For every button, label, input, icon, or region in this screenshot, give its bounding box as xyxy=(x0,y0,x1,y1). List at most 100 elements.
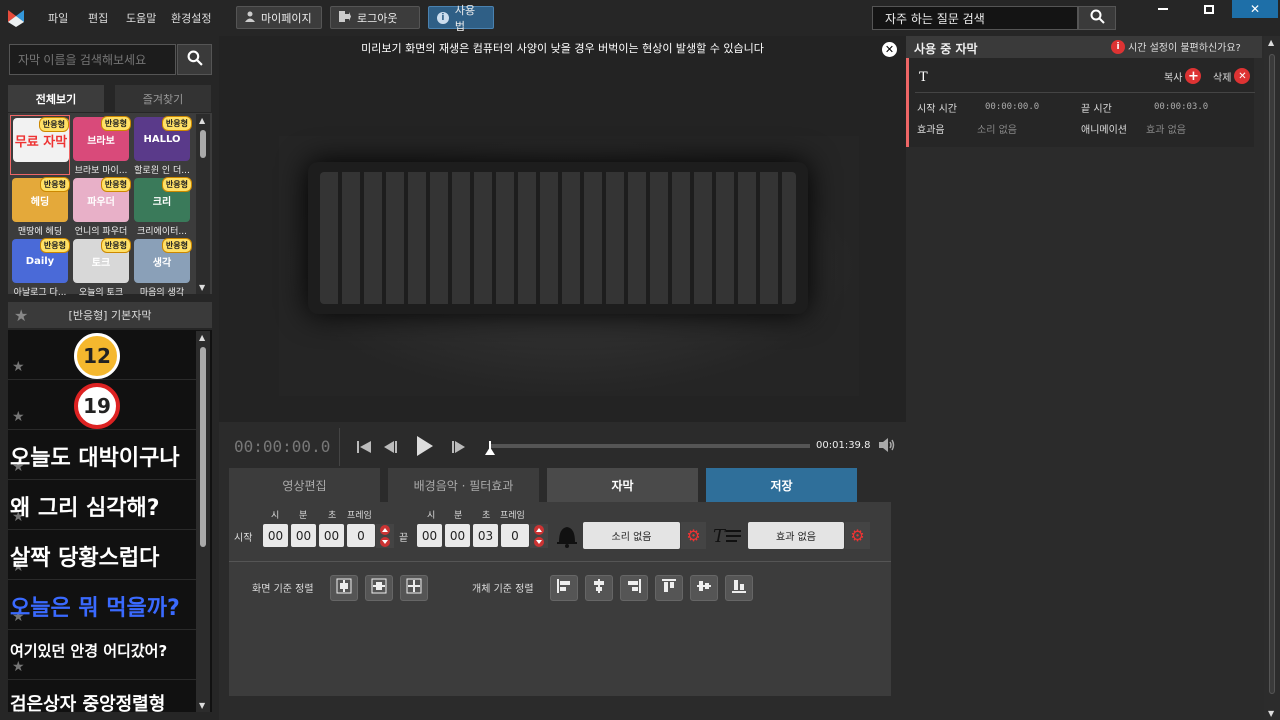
list-scrollbar[interactable]: ▲ ▼ xyxy=(196,331,210,712)
align-top-button[interactable] xyxy=(655,575,683,601)
menu-edit[interactable]: 편집 xyxy=(88,10,108,26)
copy-button[interactable]: 복사 + xyxy=(1164,68,1202,84)
template-thumb[interactable]: 무료 자막 반응형 xyxy=(10,115,70,175)
scroll-down-icon[interactable]: ▼ xyxy=(199,701,205,710)
star-icon[interactable]: ★ xyxy=(12,659,25,675)
active-subtitle-card[interactable]: T 복사 + 삭제 ✕ 시작 시간 00:00:00.0 끝 시간 00:00:… xyxy=(906,58,1255,147)
template-thumb[interactable]: 생각 반응형 마음의 생각 xyxy=(132,237,192,298)
star-icon[interactable]: ★ xyxy=(12,359,25,375)
maximize-icon xyxy=(1204,4,1214,14)
end-min-field[interactable]: 00 xyxy=(445,524,470,547)
responsive-badge: 반응형 xyxy=(100,177,131,192)
list-item[interactable]: ★ 여기있던 안경 어디갔어? xyxy=(8,630,200,680)
volume-icon[interactable] xyxy=(878,437,896,457)
list-item-text: 오늘도 대박이구나 xyxy=(10,446,180,471)
seek-track[interactable] xyxy=(490,444,810,448)
list-scroll-thumb[interactable] xyxy=(200,347,206,547)
tab-favorites[interactable]: 즐겨찾기 xyxy=(115,85,211,112)
responsive-badge: 반응형 xyxy=(100,238,131,253)
align-left-button[interactable] xyxy=(550,575,578,601)
subtitle-search-button[interactable] xyxy=(177,44,212,75)
grid-scroll-thumb[interactable] xyxy=(200,130,206,158)
scroll-down-icon[interactable]: ▼ xyxy=(1268,709,1274,718)
list-item[interactable]: ★ 19 xyxy=(8,380,200,430)
list-item-text: 왜 그리 심각해? xyxy=(10,496,160,521)
end-sec-field[interactable]: 03 xyxy=(473,524,498,547)
faq-search-button[interactable] xyxy=(1078,6,1116,30)
effect-select[interactable]: 효과 없음 xyxy=(748,522,844,549)
list-item-text: 여기있던 안경 어디갔어? xyxy=(10,642,168,660)
end-hour-field[interactable]: 00 xyxy=(417,524,442,547)
usage-button[interactable]: i 사용법 xyxy=(428,4,494,33)
end-frame-field[interactable]: 0 xyxy=(501,524,529,547)
align-bottom-button[interactable] xyxy=(725,575,753,601)
right-scroll-thumb[interactable] xyxy=(1269,54,1275,694)
scroll-down-icon[interactable]: ▼ xyxy=(199,283,205,292)
star-icon[interactable]: ★ xyxy=(12,409,25,425)
scroll-up-icon[interactable]: ▲ xyxy=(199,333,205,342)
tab-all[interactable]: 전체보기 xyxy=(8,85,104,112)
prev-frame-icon[interactable] xyxy=(382,439,398,458)
next-frame-icon[interactable] xyxy=(451,439,467,458)
list-item[interactable]: ★ 12 xyxy=(8,330,200,380)
logout-button[interactable]: 로그아웃 xyxy=(330,6,420,29)
star-icon[interactable]: ★ xyxy=(14,306,28,325)
template-thumb-art: 무료 자막 xyxy=(14,134,68,150)
template-thumb[interactable]: 파우더 반응형 언니의 파우더 xyxy=(71,176,131,237)
animation-label: 애니메이션 xyxy=(1081,125,1127,136)
text-type-icon: T xyxy=(919,70,928,85)
menu-file[interactable]: 파일 xyxy=(48,10,68,26)
delete-button[interactable]: 삭제 ✕ xyxy=(1213,68,1251,84)
template-thumb[interactable]: 크리 반응형 크리에이터... xyxy=(132,176,192,237)
end-stepper[interactable] xyxy=(530,524,548,552)
start-stepper[interactable] xyxy=(376,524,394,552)
start-min-field[interactable]: 00 xyxy=(291,524,316,547)
align-middle-button[interactable] xyxy=(690,575,718,601)
template-thumb[interactable]: HALLO 반응형 할로윈 인 더... xyxy=(132,115,192,176)
menu-settings[interactable]: 환경설정 xyxy=(171,10,211,26)
close-window-button[interactable]: ✕ xyxy=(1232,0,1278,18)
subtitle-search-input[interactable] xyxy=(9,44,176,75)
start-sec-field[interactable]: 00 xyxy=(319,524,344,547)
start-hour-field[interactable]: 00 xyxy=(263,524,288,547)
maximize-button[interactable] xyxy=(1186,0,1232,18)
list-item[interactable]: ★ 오늘도 대박이구나 xyxy=(8,430,200,480)
right-scrollbar[interactable]: ▲ ▼ xyxy=(1264,36,1280,720)
align-screen-center-button[interactable] xyxy=(400,575,428,601)
grid-scrollbar[interactable]: ▲ ▼ xyxy=(196,114,210,294)
skip-start-icon[interactable] xyxy=(356,439,372,458)
align-right-button[interactable] xyxy=(620,575,648,601)
sound-settings-gear-icon[interactable]: ⚙ xyxy=(681,522,706,549)
seek-handle[interactable] xyxy=(485,440,495,459)
list-item[interactable]: ★검은상자 중앙정렬형 xyxy=(8,680,200,712)
list-item[interactable]: ★ 오늘은 뭐 먹을까? xyxy=(8,580,200,630)
tab-video-edit[interactable]: 영상편집 xyxy=(229,468,380,502)
tab-bgm-filter[interactable]: 배경음악 · 필터효과 xyxy=(388,468,539,502)
close-notice-icon[interactable]: ✕ xyxy=(882,42,897,57)
scroll-up-icon[interactable]: ▲ xyxy=(1268,38,1274,47)
align-center-h-button[interactable] xyxy=(585,575,613,601)
play-icon[interactable] xyxy=(416,435,434,461)
scroll-up-icon[interactable]: ▲ xyxy=(199,116,205,125)
template-thumb[interactable]: 토크 반응형 오늘의 토크 xyxy=(71,237,131,298)
start-frame-field[interactable]: 0 xyxy=(347,524,375,547)
list-item[interactable]: ★ 왜 그리 심각해? xyxy=(8,480,200,530)
align-screen-v-center-button[interactable] xyxy=(365,575,393,601)
template-thumb[interactable]: 헤딩 반응형 맨땅에 헤딩 xyxy=(10,176,70,237)
align-screen-h-center-button[interactable] xyxy=(330,575,358,601)
help-link[interactable]: i 시간 설정이 불편하신가요? xyxy=(1111,39,1241,54)
right-panel-title: 사용 중 자막 xyxy=(914,42,978,56)
menu-help[interactable]: 도움말 xyxy=(126,10,156,26)
template-thumb[interactable]: Daily 반응형 아날로그 다... xyxy=(10,237,70,298)
effect-settings-gear-icon[interactable]: ⚙ xyxy=(845,522,870,549)
sound-select[interactable]: 소리 없음 xyxy=(583,522,680,549)
tab-subtitle[interactable]: 자막 xyxy=(547,468,698,502)
mypage-button[interactable]: 마이페이지 xyxy=(236,6,322,29)
align-middle-icon xyxy=(696,578,712,598)
tab-save[interactable]: 저장 xyxy=(706,468,857,502)
list-item[interactable]: ★ 살짝 당황스럽다 xyxy=(8,530,200,580)
template-thumb[interactable]: 브라보 반응형 브라보 마이... xyxy=(71,115,131,176)
faq-search-input[interactable]: 자주 하는 질문 검색 xyxy=(872,6,1078,30)
list-header: ★ [반응형] 기본자막 xyxy=(8,302,212,328)
minimize-button[interactable] xyxy=(1140,0,1186,18)
